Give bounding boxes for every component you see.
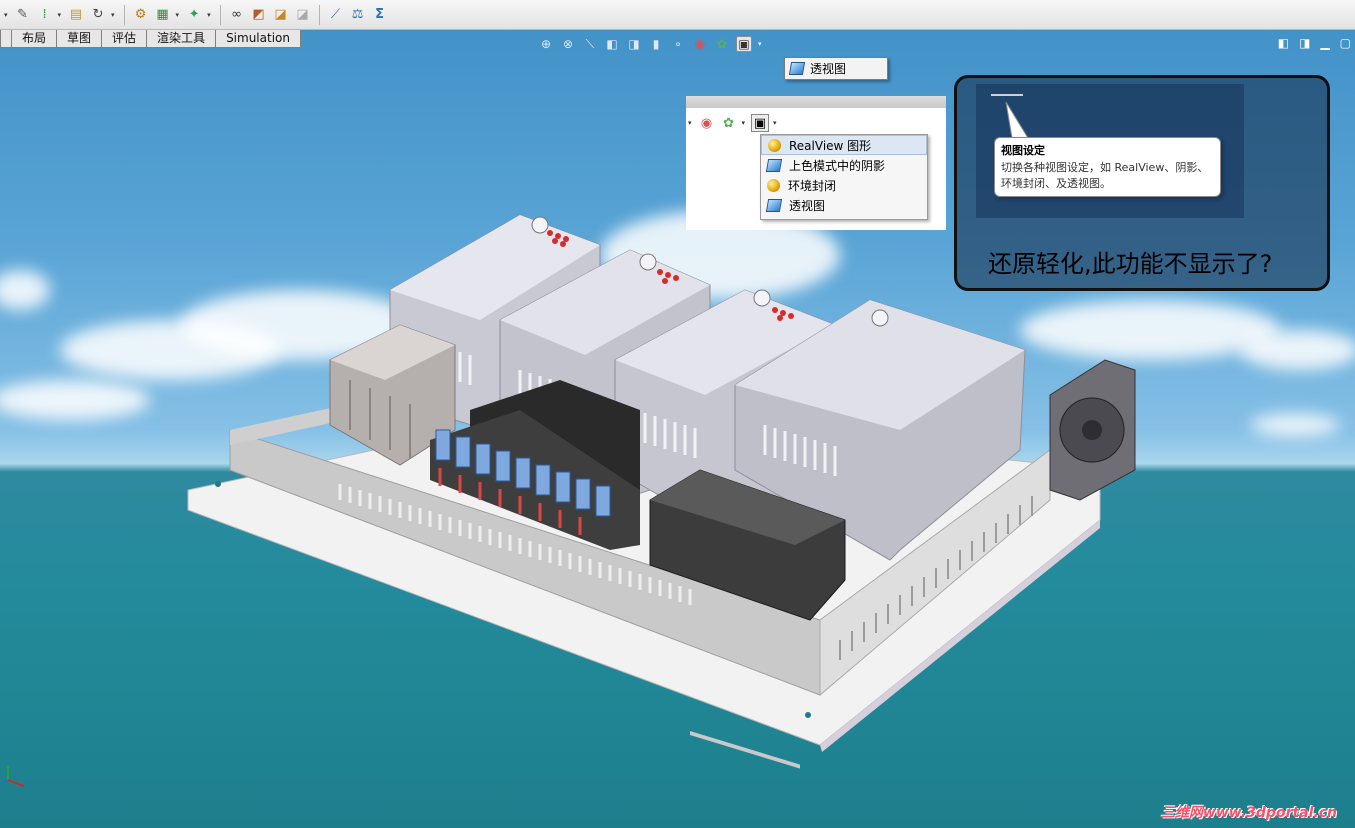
sigma-icon[interactable]: Σ: [371, 6, 389, 24]
menu-item-ambient-occlusion[interactable]: 环境封闭: [761, 175, 927, 195]
folder-icon[interactable]: ▤: [67, 6, 85, 24]
search-binoculars-icon[interactable]: ∞: [228, 6, 246, 24]
green-grip-icon[interactable]: ⁞: [36, 6, 54, 24]
restore-icon[interactable]: ▢: [1340, 36, 1351, 50]
section-view-icon[interactable]: ◧: [604, 36, 620, 52]
menu-item-shadows[interactable]: 上色模式中的阴影: [761, 155, 927, 175]
toolbar-separator: [123, 4, 125, 25]
prev-window-icon[interactable]: ◧: [1278, 36, 1289, 50]
menu-item-label: 透视图: [789, 198, 826, 213]
macro-icon[interactable]: ◪: [272, 6, 290, 24]
apply-scene-icon[interactable]: ✿: [714, 36, 730, 52]
heads-up-view-toolbar: ⊕ ⊗ ⟍ ◧ ◨ ▮ ∘ ◉ ✿ ▣ ▾: [538, 34, 764, 54]
edit-appearance-icon[interactable]: ◉: [692, 36, 708, 52]
toolbar-separator: [318, 4, 320, 25]
shaded-cube-icon: [765, 158, 783, 172]
perspective-cube-icon: [765, 198, 783, 212]
dropdown-arrow-icon: ▾: [688, 119, 692, 127]
smart-mate-icon[interactable]: ◩: [250, 6, 268, 24]
menu-item-label: 环境封闭: [788, 178, 837, 193]
view-settings-icon[interactable]: ▣: [736, 36, 752, 52]
view-settings-tooltip: 视图设定 切换各种视图设定，如 RealView、阴影、环境封闭、及透视图。: [994, 137, 1221, 197]
view-orientation-icon[interactable]: ◨: [626, 36, 642, 52]
annotation-question: 还原轻化,此功能不显示了?: [988, 250, 1273, 278]
dropdown-arrow-icon[interactable]: ▾: [207, 11, 211, 19]
menu-item-label: 上色模式中的阴影: [789, 158, 886, 173]
view-settings-flyout[interactable]: 透视图: [784, 57, 888, 80]
display-style-icon[interactable]: ▮: [648, 36, 664, 52]
inset-toolbar-row: ▾ ◉ ✿ ▾ ▣ ▾: [688, 114, 779, 132]
dropdown-arrow-icon[interactable]: ▾: [4, 11, 8, 19]
command-manager-tabs: 布局 草图 评估 渲染工具 Simulation: [0, 30, 301, 48]
rebuild-icon[interactable]: ↻: [89, 6, 107, 24]
watermark: 三维网www.3dportal.cn: [1160, 805, 1337, 821]
dropdown-arrow-icon: ▾: [773, 119, 777, 127]
dropdown-arrow-icon[interactable]: ▾: [758, 40, 762, 48]
toolbar-strip: [686, 96, 946, 108]
tooltip-body: 切换各种视图设定，如 RealView、阴影、环境封闭、及透视图。: [1001, 161, 1209, 190]
tab-evaluate[interactable]: 评估: [101, 30, 148, 48]
mass-properties-icon[interactable]: ⚖: [349, 6, 367, 24]
dropdown-arrow-icon: ▾: [741, 119, 746, 127]
main-toolbar: ▾ ✎ ⁞ ▾ ▤ ↻ ▾ ⚙ ▦ ▾ ✦ ▾ ∞ ◩ ◪ ◪ ⟋ ⚖ Σ: [0, 0, 1355, 30]
dropdown-arrow-icon[interactable]: ▾: [176, 11, 180, 19]
cooling-fan: [1049, 359, 1136, 501]
toolbar-separator: [219, 4, 221, 25]
view-settings-icon: ▣: [751, 114, 770, 132]
macro-disabled-icon[interactable]: ◪: [294, 6, 312, 24]
measure-icon[interactable]: ⟋: [327, 6, 345, 24]
toolbar-stub: [991, 94, 1023, 96]
menu-item-realview[interactable]: RealView 图形: [761, 135, 927, 155]
flyout-label: 透视图: [810, 62, 847, 76]
next-window-icon[interactable]: ◨: [1299, 36, 1310, 50]
apply-scene-icon: ✿: [723, 115, 734, 131]
hide-show-items-icon[interactable]: ∘: [670, 36, 686, 52]
dropdown-arrow-icon[interactable]: ▾: [58, 11, 62, 19]
sparkle-icon[interactable]: ✦: [185, 6, 203, 24]
tooltip-title: 视图设定: [1001, 144, 1045, 157]
window-controls: ◧ ◨ ▁ ▢: [1278, 36, 1351, 50]
tab-simulation[interactable]: Simulation: [215, 30, 301, 48]
edit-appearance-icon: ◉: [700, 115, 713, 131]
view-settings-menu-reference: ▾ ◉ ✿ ▾ ▣ ▾ RealView 图形 上色模式中的阴影 环境封闭 透视…: [686, 96, 946, 230]
realview-ball-icon: [768, 138, 781, 152]
menu-item-perspective[interactable]: 透视图: [761, 195, 927, 215]
view-settings-dropdown: RealView 图形 上色模式中的阴影 环境封闭 透视图: [760, 134, 928, 220]
ambient-occlusion-ball-icon: [767, 178, 780, 192]
paperclip-icon[interactable]: ✎: [14, 6, 32, 24]
tab-render-tools[interactable]: 渲染工具: [146, 30, 217, 48]
zoom-to-area-icon[interactable]: ⊗: [560, 36, 576, 52]
tab-layout[interactable]: 布局: [11, 30, 58, 48]
options-gear-icon[interactable]: ⚙: [132, 6, 150, 24]
tooltip-tail: [1005, 101, 1029, 139]
dropdown-arrow-icon[interactable]: ▾: [111, 11, 115, 19]
assembly-icon[interactable]: ▦: [154, 6, 172, 24]
previous-view-icon[interactable]: ⟍: [582, 36, 598, 52]
tab-sketch[interactable]: 草图: [56, 30, 103, 48]
menu-item-label: RealView 图形: [789, 138, 872, 153]
perspective-cube-icon: [788, 62, 806, 75]
zoom-to-fit-icon[interactable]: ⊕: [538, 36, 554, 52]
minimize-icon[interactable]: ▁: [1320, 36, 1329, 50]
axis-triad-icon: [1, 766, 25, 787]
